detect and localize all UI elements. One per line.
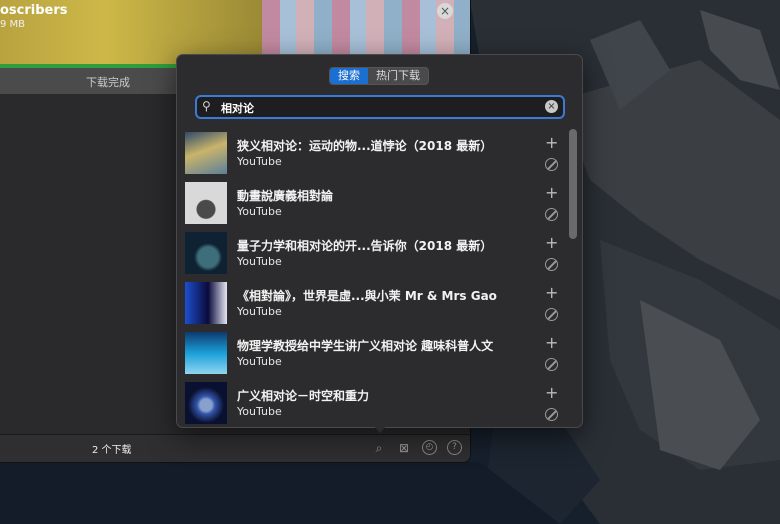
result-source: YouTube	[237, 405, 282, 418]
add-icon[interactable]: +	[545, 185, 558, 201]
download-size: 9 MB	[0, 19, 26, 30]
list-item[interactable]: 物理学教授给中学生讲广义相对论 趣味科普人文 YouTube +	[177, 329, 567, 379]
search-popover: 搜索 热门下载 ⚲ × 狭义相对论：运动的物...道悖论（2018 最新） Yo…	[176, 54, 583, 428]
add-icon[interactable]: +	[545, 385, 558, 401]
block-icon[interactable]	[545, 408, 558, 421]
search-icon: ⚲	[202, 99, 211, 113]
block-icon[interactable]	[545, 308, 558, 321]
search-icon[interactable]: ⌕	[371, 440, 387, 456]
result-title: 動畫說廣義相對論	[237, 189, 334, 203]
list-item[interactable]: 广义相对论－时空和重力 YouTube +	[177, 379, 567, 425]
result-source: YouTube	[237, 155, 282, 168]
list-item[interactable]: 狭义相对论：运动的物...道悖论（2018 最新） YouTube +	[177, 129, 567, 179]
block-icon[interactable]	[545, 158, 558, 171]
search-field[interactable]: ⚲ ×	[195, 95, 565, 119]
add-icon[interactable]: +	[545, 135, 558, 151]
block-icon[interactable]	[545, 258, 558, 271]
list-item[interactable]: 量子力学和相对论的开...告诉你（2018 最新） YouTube +	[177, 229, 567, 279]
results-list: 狭义相对论：运动的物...道悖论（2018 最新） YouTube + 動畫說廣…	[177, 129, 582, 425]
add-icon[interactable]: +	[545, 335, 558, 351]
block-icon[interactable]	[545, 358, 558, 371]
video-thumbnail	[185, 232, 227, 274]
result-source: YouTube	[237, 255, 282, 268]
clear-search-icon[interactable]: ×	[545, 100, 558, 113]
video-thumbnail	[185, 132, 227, 174]
list-item[interactable]: 《相對論》，世界是虛...與小茉 Mr & Mrs Gao YouTube +	[177, 279, 567, 329]
result-title: 狭义相对论：运动的物...道悖论（2018 最新）	[237, 139, 493, 153]
download-title: oscribers	[0, 3, 68, 18]
video-thumbnail	[185, 382, 227, 424]
close-icon[interactable]: ×	[437, 3, 453, 19]
result-title: 广义相对论－时空和重力	[237, 389, 370, 403]
segmented-control: 搜索 热门下载	[329, 67, 429, 85]
video-thumbnail	[185, 182, 227, 224]
scrollbar[interactable]	[569, 129, 577, 239]
tab-search[interactable]: 搜索	[330, 68, 368, 84]
add-icon[interactable]: +	[545, 235, 558, 251]
block-icon[interactable]	[545, 208, 558, 221]
download-count: 2 个下载	[92, 445, 132, 456]
screenshot-icon[interactable]: ⊠	[396, 440, 412, 456]
result-title: 量子力学和相对论的开...告诉你（2018 最新）	[237, 239, 493, 253]
help-icon[interactable]: ?	[447, 440, 462, 455]
popover-arrow	[373, 425, 387, 433]
result-source: YouTube	[237, 305, 282, 318]
video-thumbnail	[185, 332, 227, 374]
result-source: YouTube	[237, 205, 282, 218]
tab-popular-downloads[interactable]: 热门下载	[368, 68, 428, 84]
result-title: 物理学教授给中学生讲广义相对论 趣味科普人文	[237, 339, 494, 353]
result-title: 《相對論》，世界是虛...與小茉 Mr & Mrs Gao	[237, 289, 497, 303]
add-icon[interactable]: +	[545, 285, 558, 301]
result-source: YouTube	[237, 355, 282, 368]
video-thumbnail	[185, 282, 227, 324]
history-icon[interactable]: ◴	[422, 440, 437, 455]
list-item[interactable]: 動畫說廣義相對論 YouTube +	[177, 179, 567, 229]
search-input[interactable]	[219, 98, 533, 118]
